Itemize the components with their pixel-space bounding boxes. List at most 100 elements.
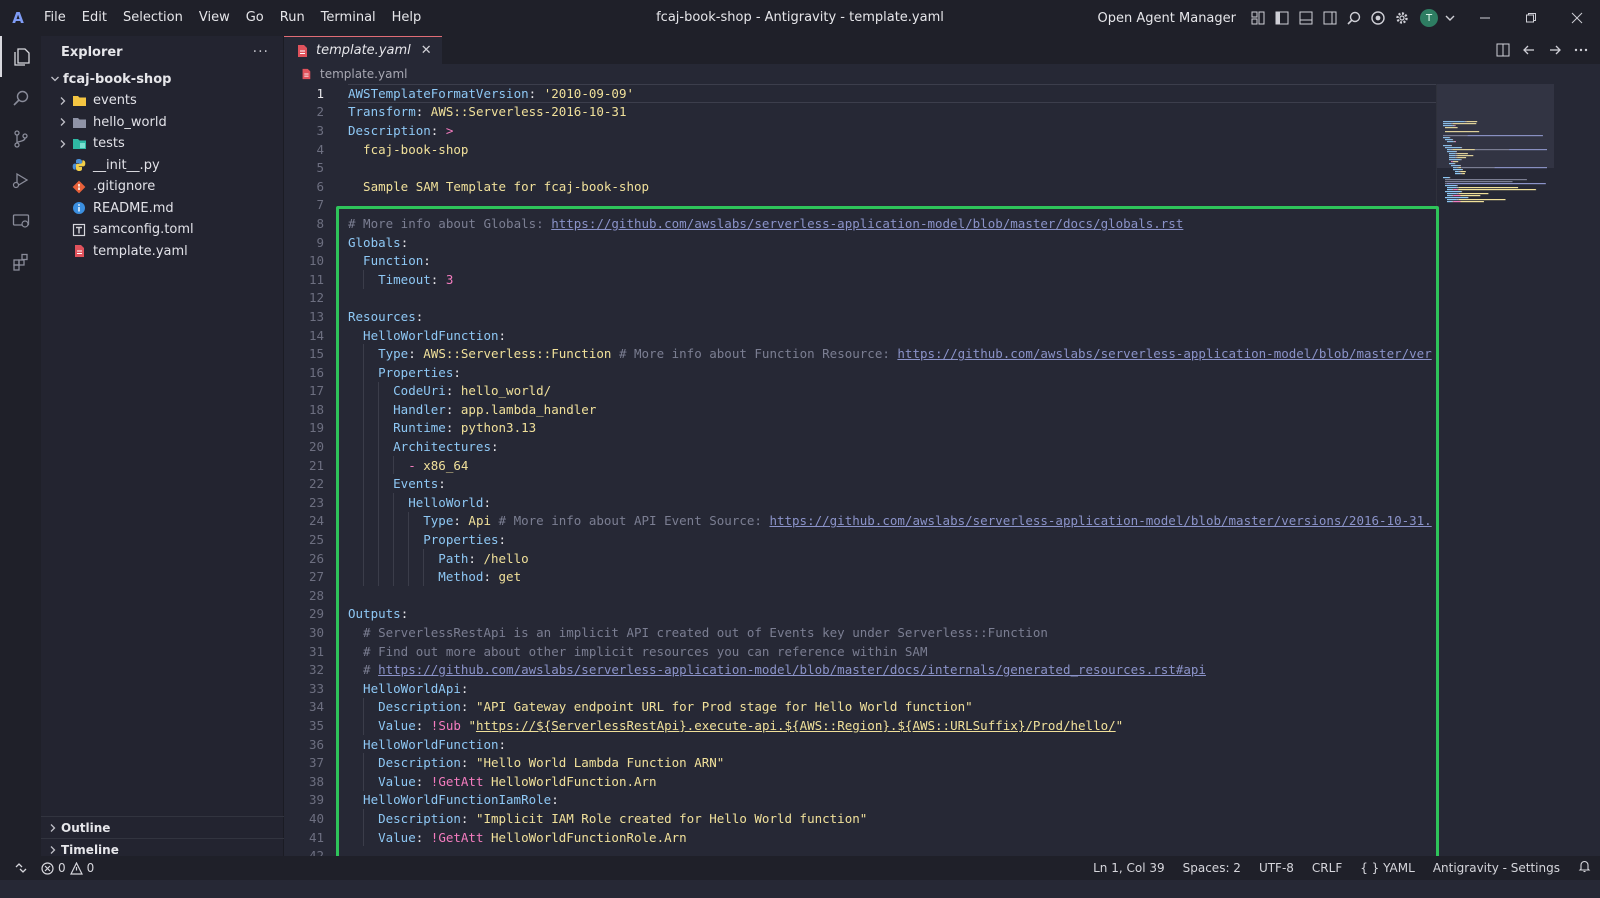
- breadcrumb-file[interactable]: template.yaml: [320, 67, 407, 81]
- menu-view[interactable]: View: [191, 0, 238, 36]
- source-control-icon[interactable]: [0, 118, 41, 159]
- code-line[interactable]: 31 # Find out more about other implicit r…: [284, 642, 1436, 661]
- minimize-window-button[interactable]: [1462, 0, 1508, 36]
- code-line[interactable]: 22 Events:: [284, 474, 1436, 494]
- run-debug-icon[interactable]: [0, 159, 41, 200]
- code-line[interactable]: 27 Method: get: [284, 567, 1436, 587]
- end-of-line[interactable]: CRLF: [1303, 861, 1351, 875]
- code-line[interactable]: 13 Resources:: [284, 307, 1436, 326]
- file-readme-md[interactable]: README.md: [41, 198, 283, 220]
- code-line[interactable]: 19 Runtime: python3.13: [284, 418, 1436, 438]
- folder-hello-world[interactable]: hello_world: [41, 112, 283, 134]
- code-line[interactable]: 26 Path: /hello: [284, 548, 1436, 568]
- vertical-scrollbar[interactable]: [1554, 84, 1568, 856]
- code-line[interactable]: 37 Description: "Hello World Lambda Funct…: [284, 753, 1436, 772]
- problems-indicator[interactable]: 0 0: [41, 861, 94, 875]
- menu-edit[interactable]: Edit: [74, 0, 115, 36]
- tab-template-yaml[interactable]: template.yaml ✕: [284, 36, 442, 64]
- code-line[interactable]: 17 CodeUri: hello_world/: [284, 381, 1436, 401]
- arrow-right-icon[interactable]: [1542, 38, 1568, 62]
- open-agent-manager-button[interactable]: Open Agent Manager: [1098, 11, 1236, 26]
- code-line[interactable]: 23 HelloWorld:: [284, 493, 1436, 512]
- code-line[interactable]: 6 Sample SAM Template for fcaj-book-shop: [284, 177, 1436, 196]
- code-line[interactable]: 36 HelloWorldFunction:: [284, 735, 1436, 754]
- menu-selection[interactable]: Selection: [115, 0, 191, 36]
- remote-explorer-icon[interactable]: [0, 200, 41, 241]
- code-line[interactable]: 10 Function:: [284, 251, 1436, 270]
- minimap[interactable]: [1436, 84, 1555, 856]
- code-line[interactable]: 3 Description: >: [284, 121, 1436, 140]
- code-line[interactable]: 24 Type: Api # More info about API Event …: [284, 511, 1436, 531]
- more-actions-icon[interactable]: ···: [253, 44, 269, 60]
- folder-events[interactable]: events: [41, 90, 283, 112]
- code-line[interactable]: 35 Value: !Sub "https://${ServerlessRestA…: [284, 716, 1436, 735]
- remote-indicator-icon[interactable]: [0, 856, 41, 880]
- file-samconfig-toml[interactable]: samconfig.toml: [41, 219, 283, 241]
- file-init-py[interactable]: __init__.py: [41, 155, 283, 177]
- menu-go[interactable]: Go: [238, 0, 272, 36]
- code-line[interactable]: 42: [284, 846, 1436, 856]
- arrow-left-icon[interactable]: [1516, 38, 1542, 62]
- code-line[interactable]: 40 Description: "Implicit IAM Role create…: [284, 809, 1436, 828]
- code-editor[interactable]: 1 AWSTemplateFormatVersion: '2010-09-09' 2…: [284, 84, 1436, 856]
- code-line[interactable]: 21- x86_64: [284, 455, 1436, 475]
- code-line[interactable]: 32 # https://github.com/awslabs/serverles…: [284, 660, 1436, 679]
- code-line[interactable]: 12: [284, 289, 1436, 308]
- encoding[interactable]: UTF-8: [1250, 861, 1303, 875]
- menu-run[interactable]: Run: [272, 0, 313, 36]
- menu-help[interactable]: Help: [384, 0, 430, 36]
- indentation[interactable]: Spaces: 2: [1174, 861, 1250, 875]
- outline-section[interactable]: Outline: [41, 816, 284, 838]
- menu-file[interactable]: File: [36, 0, 74, 36]
- code-line[interactable]: 41 Value: !GetAtt HelloWorldFunctionRole.…: [284, 827, 1436, 847]
- code-line[interactable]: 9 Globals:: [284, 233, 1436, 252]
- code-line[interactable]: 34 Description: "API Gateway endpoint URL…: [284, 697, 1436, 717]
- folder-tests[interactable]: tests: [41, 133, 283, 155]
- settings-link[interactable]: Antigravity - Settings: [1424, 861, 1569, 875]
- browser-icon[interactable]: [1366, 6, 1390, 30]
- search-icon[interactable]: [1342, 6, 1366, 30]
- breadcrumb[interactable]: template.yaml: [284, 64, 1600, 84]
- code-line[interactable]: 33 HelloWorldApi:: [284, 679, 1436, 698]
- project-folder[interactable]: fcaj-book-shop: [41, 68, 283, 90]
- code-line[interactable]: 39 HelloWorldFunctionIamRole:: [284, 791, 1436, 810]
- code-line[interactable]: 30 # ServerlessRestApi is an implicit API…: [284, 623, 1436, 642]
- code-line[interactable]: 1 AWSTemplateFormatVersion: '2010-09-09': [284, 84, 1436, 103]
- toggle-panel-icon[interactable]: [1294, 6, 1318, 30]
- more-actions-icon[interactable]: [1568, 38, 1594, 62]
- minimap-slider[interactable]: [1437, 84, 1555, 168]
- code-line[interactable]: 2 Transform: AWS::Serverless-2016-10-31: [284, 103, 1436, 122]
- code-line[interactable]: 14 HelloWorldFunction:: [284, 326, 1436, 345]
- language-mode[interactable]: { } YAML: [1351, 861, 1424, 875]
- toggle-secondary-sidebar-icon[interactable]: [1318, 6, 1342, 30]
- file-template-yaml[interactable]: template.yaml: [41, 241, 283, 263]
- customize-layout-icon[interactable]: [1246, 6, 1270, 30]
- search-icon[interactable]: [0, 77, 41, 118]
- menu-terminal[interactable]: Terminal: [313, 0, 384, 36]
- avatar[interactable]: T: [1420, 9, 1438, 27]
- toggle-primary-sidebar-icon[interactable]: [1270, 6, 1294, 30]
- close-window-button[interactable]: [1554, 0, 1600, 36]
- restore-window-button[interactable]: [1508, 0, 1554, 36]
- code-line[interactable]: 7: [284, 196, 1436, 215]
- cursor-position[interactable]: Ln 1, Col 39: [1084, 861, 1174, 875]
- code-line[interactable]: 15 Type: AWS::Serverless::Function # More…: [284, 344, 1436, 363]
- split-editor-icon[interactable]: [1490, 38, 1516, 62]
- code-line[interactable]: 5: [284, 158, 1436, 177]
- code-line[interactable]: 25 Properties:: [284, 530, 1436, 549]
- gear-icon[interactable]: [1390, 6, 1414, 30]
- chevron-down-icon[interactable]: [1438, 6, 1462, 30]
- code-line[interactable]: 16 Properties:: [284, 362, 1436, 382]
- bell-icon[interactable]: [1569, 860, 1600, 876]
- code-line[interactable]: 20 Architectures:: [284, 437, 1436, 456]
- code-line[interactable]: 18 Handler: app.lambda_handler: [284, 400, 1436, 419]
- extensions-icon[interactable]: [0, 241, 41, 282]
- code-line[interactable]: 38 Value: !GetAtt HelloWorldFunction.Arn: [284, 771, 1436, 791]
- explorer-icon[interactable]: [0, 36, 41, 77]
- file-gitignore[interactable]: .gitignore: [41, 176, 283, 198]
- code-line[interactable]: 11 Timeout: 3: [284, 269, 1436, 289]
- code-line[interactable]: 8 # More info about Globals: https://gith…: [284, 214, 1436, 233]
- code-line[interactable]: 4 fcaj-book-shop: [284, 140, 1436, 159]
- code-line[interactable]: 29 Outputs:: [284, 605, 1436, 624]
- code-line[interactable]: 28: [284, 586, 1436, 605]
